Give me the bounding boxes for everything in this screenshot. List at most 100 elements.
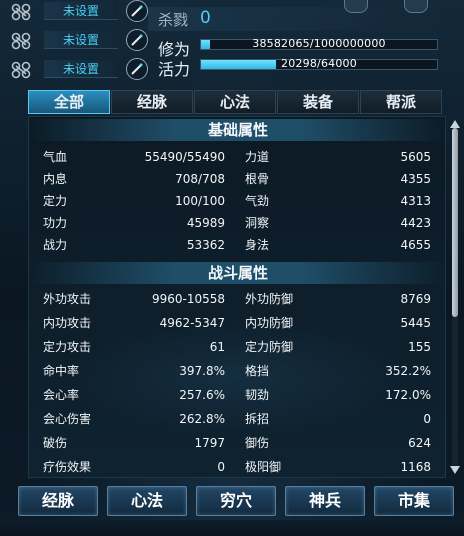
attribute-value: 4355 xyxy=(400,172,431,186)
attribute-name: 会心率 xyxy=(43,388,80,402)
attribute-name: 定力 xyxy=(43,194,68,208)
attribute-value: 4655 xyxy=(400,238,431,252)
bottom-frame xyxy=(0,520,464,536)
attribute-row: 极阳御 1168 xyxy=(245,457,431,477)
attribute-value: 8769 xyxy=(400,292,431,306)
attribute-name: 御伤 xyxy=(245,436,270,450)
attribute-name: 格挡 xyxy=(245,364,270,378)
attribute-row: 根骨 4355 xyxy=(245,169,431,189)
attribute-row: 定力攻击 61 xyxy=(43,337,225,357)
attribute-value: 55490/55490 xyxy=(144,150,225,164)
pencil-icon[interactable] xyxy=(126,58,148,80)
attribute-name: 命中率 xyxy=(43,364,80,378)
attribute-value: 0 xyxy=(217,460,225,474)
gear-link-icon xyxy=(11,32,31,50)
attribute-value: 53362 xyxy=(186,238,225,252)
attribute-name: 功力 xyxy=(43,216,68,230)
attribute-row: 御伤 624 xyxy=(245,433,431,453)
attribute-value: 257.6% xyxy=(179,388,225,402)
attribute-name: 气血 xyxy=(43,150,68,164)
attribute-row: 定力防御 155 xyxy=(245,337,431,357)
attribute-name: 会心伤害 xyxy=(43,412,92,426)
attribute-value: 0 xyxy=(423,412,431,426)
attribute-row: 内功攻击 4962-5347 xyxy=(43,313,225,333)
vitality-text: 20298/64000 xyxy=(281,57,357,70)
attribute-panel[interactable]: 基础属性 气血 55490/55490 内息 708/708 定力 100/100 功力 45… xyxy=(28,116,446,478)
attribute-row: 内息 708/708 xyxy=(43,169,225,189)
gear-link-icon xyxy=(11,3,31,21)
acupoint-button[interactable]: 穷穴 xyxy=(196,486,276,516)
attribute-row: 会心伤害 262.8% xyxy=(43,409,225,429)
attribute-name: 根骨 xyxy=(245,172,270,186)
attribute-row: 格挡 352.2% xyxy=(245,361,431,381)
top-ornament-icon xyxy=(344,0,368,13)
tab-mind-method[interactable]: 心法 xyxy=(194,90,276,114)
attribute-name: 内功攻击 xyxy=(43,316,92,330)
attribute-name: 定力攻击 xyxy=(43,340,92,354)
tab-all[interactable]: 全部 xyxy=(28,90,110,114)
attribute-row: 内功防御 5445 xyxy=(245,313,431,333)
skill-slot-1[interactable]: 未设置 xyxy=(10,0,148,24)
cultivation-bar: 38582065/1000000000 xyxy=(200,37,438,50)
attribute-value: 352.2% xyxy=(385,364,431,378)
gear-link-icon xyxy=(11,61,31,79)
attribute-value: 172.0% xyxy=(385,388,431,402)
tab-meridians[interactable]: 经脉 xyxy=(111,90,193,114)
mind-method-button[interactable]: 心法 xyxy=(107,486,187,516)
attribute-value: 708/708 xyxy=(175,172,225,186)
meridians-button[interactable]: 经脉 xyxy=(18,486,98,516)
attribute-value: 5605 xyxy=(400,150,431,164)
attribute-value: 624 xyxy=(408,436,431,450)
attribute-name: 力道 xyxy=(245,150,270,164)
attribute-value: 9960-10558 xyxy=(151,292,225,306)
attribute-value: 100/100 xyxy=(175,194,225,208)
attribute-name: 内功防御 xyxy=(245,316,294,330)
skill-slot-3[interactable]: 未设置 xyxy=(10,58,148,82)
attribute-row: 身法 4655 xyxy=(245,235,431,255)
scroll-up-icon[interactable] xyxy=(450,120,460,128)
attribute-value: 4423 xyxy=(400,216,431,230)
attribute-value: 155 xyxy=(408,340,431,354)
attribute-row: 气血 55490/55490 xyxy=(43,147,225,167)
tab-equipment[interactable]: 装备 xyxy=(277,90,359,114)
section-title-basic: 基础属性 xyxy=(29,119,445,141)
kills-label: 杀戮 xyxy=(158,11,189,29)
attribute-name: 内息 xyxy=(43,172,68,186)
attribute-row: 外功攻击 9960-10558 xyxy=(43,289,225,309)
tab-guild[interactable]: 帮派 xyxy=(360,90,442,114)
pencil-icon[interactable] xyxy=(126,0,148,22)
scroll-down-icon[interactable] xyxy=(450,466,460,474)
market-button[interactable]: 市集 xyxy=(374,486,454,516)
attribute-row: 会心率 257.6% xyxy=(43,385,225,405)
slot-label: 未设置 xyxy=(44,31,118,49)
attribute-name: 破伤 xyxy=(43,436,68,450)
category-tabs: 全部 经脉 心法 装备 帮派 xyxy=(28,90,442,114)
attribute-row: 韧劲 172.0% xyxy=(245,385,431,405)
attribute-value: 61 xyxy=(209,340,225,354)
attribute-name: 疗伤效果 xyxy=(43,460,92,474)
attribute-value: 45989 xyxy=(186,216,225,230)
divine-weapon-button[interactable]: 神兵 xyxy=(285,486,365,516)
attribute-name: 气劲 xyxy=(245,194,270,208)
attribute-value: 1797 xyxy=(194,436,225,450)
attribute-row: 拆招 0 xyxy=(245,409,431,429)
attribute-value: 4962-5347 xyxy=(159,316,225,330)
skill-slot-2[interactable]: 未设置 xyxy=(10,29,148,53)
attribute-value: 4313 xyxy=(400,194,431,208)
pencil-icon[interactable] xyxy=(126,29,148,51)
attribute-name: 韧劲 xyxy=(245,388,270,402)
attribute-row: 战力 53362 xyxy=(43,235,225,255)
attribute-row: 洞察 4423 xyxy=(245,213,431,233)
attribute-value: 1168 xyxy=(400,460,431,474)
scrollbar-track[interactable] xyxy=(452,128,458,466)
attribute-value: 262.8% xyxy=(179,412,225,426)
attribute-row: 命中率 397.8% xyxy=(43,361,225,381)
attribute-row: 破伤 1797 xyxy=(43,433,225,453)
kills-row: 杀戮 0 xyxy=(148,0,438,31)
vitality-bar: 20298/64000 xyxy=(200,57,438,70)
scrollbar-thumb[interactable] xyxy=(452,128,458,318)
attribute-row: 力道 5605 xyxy=(245,147,431,167)
cultivation-text: 38582065/1000000000 xyxy=(252,37,386,50)
attribute-value: 5445 xyxy=(400,316,431,330)
attribute-row: 疗伤效果 0 xyxy=(43,457,225,477)
